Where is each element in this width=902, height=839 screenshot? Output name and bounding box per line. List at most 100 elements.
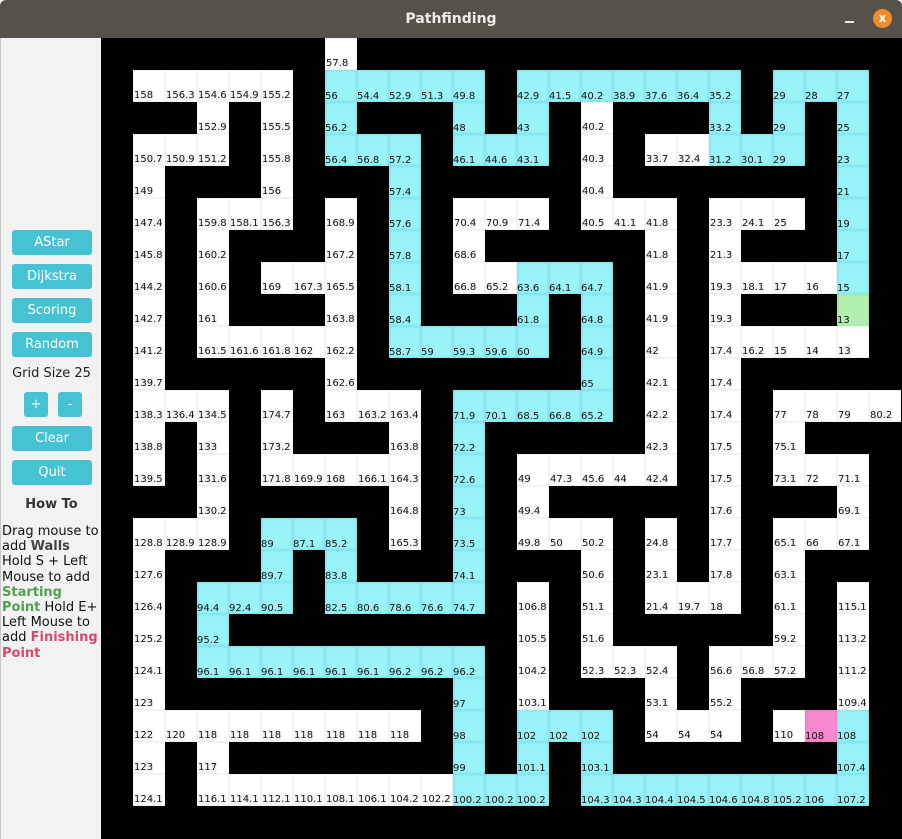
open-cell[interactable]: 41.8 (645, 198, 677, 230)
open-cell[interactable]: 142.7 (133, 294, 165, 326)
open-cell[interactable]: 167.2 (325, 230, 357, 262)
open-cell[interactable]: 16 (805, 262, 837, 294)
open-cell[interactable]: 165.3 (389, 518, 421, 550)
path-cell[interactable]: 104.4 (645, 774, 677, 806)
path-cell[interactable]: 25 (837, 102, 869, 134)
open-cell[interactable]: 156 (261, 166, 293, 198)
increase-grid-button[interactable]: + (24, 392, 48, 417)
open-cell[interactable]: 161.8 (261, 326, 293, 358)
open-cell[interactable]: 114.1 (229, 774, 261, 806)
path-cell[interactable]: 60 (517, 326, 549, 358)
open-cell[interactable]: 33.7 (645, 134, 677, 166)
open-cell[interactable]: 13 (837, 326, 869, 358)
open-cell[interactable]: 102.2 (421, 774, 453, 806)
path-cell[interactable]: 19 (837, 198, 869, 230)
path-cell[interactable]: 90.5 (261, 582, 293, 614)
open-cell[interactable]: 163.8 (325, 294, 357, 326)
open-cell[interactable]: 131.6 (197, 454, 229, 486)
open-cell[interactable]: 17 (773, 262, 805, 294)
path-cell[interactable]: 97 (453, 678, 485, 710)
open-cell[interactable]: 133 (197, 422, 229, 454)
open-cell[interactable]: 147.4 (133, 198, 165, 230)
open-cell[interactable]: 23.3 (709, 198, 741, 230)
path-cell[interactable]: 58.1 (389, 262, 421, 294)
open-cell[interactable]: 49 (517, 454, 549, 486)
open-cell[interactable]: 168.9 (325, 198, 357, 230)
open-cell[interactable]: 55.2 (709, 678, 741, 710)
open-cell[interactable]: 108.1 (325, 774, 357, 806)
open-cell[interactable]: 118 (325, 710, 357, 742)
quit-button[interactable]: Quit (12, 460, 92, 485)
open-cell[interactable]: 52.3 (613, 646, 645, 678)
open-cell[interactable]: 156.3 (261, 198, 293, 230)
path-cell[interactable]: 87.1 (293, 518, 325, 550)
path-cell[interactable]: 57.8 (389, 230, 421, 262)
open-cell[interactable]: 40.2 (581, 102, 613, 134)
open-cell[interactable]: 51.6 (581, 614, 613, 646)
path-cell[interactable]: 104.8 (741, 774, 773, 806)
open-cell[interactable]: 56.8 (741, 646, 773, 678)
open-cell[interactable]: 156.3 (165, 70, 197, 102)
open-cell[interactable]: 118 (357, 710, 389, 742)
open-cell[interactable]: 113.2 (837, 614, 869, 646)
path-cell[interactable]: 100.2 (485, 774, 517, 806)
open-cell[interactable]: 40.5 (581, 198, 613, 230)
open-cell[interactable]: 150.9 (165, 134, 197, 166)
open-cell[interactable]: 103.1 (517, 678, 549, 710)
path-cell[interactable]: 107.2 (837, 774, 869, 806)
open-cell[interactable]: 78 (805, 390, 837, 422)
path-cell[interactable]: 94.4 (197, 582, 229, 614)
path-cell[interactable]: 103.1 (581, 742, 613, 774)
open-cell[interactable]: 24.8 (645, 518, 677, 550)
path-cell[interactable]: 57.6 (389, 198, 421, 230)
end-cell[interactable]: 108 (805, 710, 837, 742)
open-cell[interactable]: 149 (133, 166, 165, 198)
open-cell[interactable]: 160.2 (197, 230, 229, 262)
open-cell[interactable]: 163 (325, 390, 357, 422)
open-cell[interactable]: 128.9 (165, 518, 197, 550)
path-cell[interactable]: 29 (773, 102, 805, 134)
path-cell[interactable]: 66.8 (549, 390, 581, 422)
open-cell[interactable]: 54 (645, 710, 677, 742)
path-cell[interactable]: 59.6 (485, 326, 517, 358)
open-cell[interactable]: 138.3 (133, 390, 165, 422)
path-cell[interactable]: 73 (453, 486, 485, 518)
random-button[interactable]: Random (12, 332, 92, 357)
open-cell[interactable]: 161.5 (197, 326, 229, 358)
path-cell[interactable]: 29 (773, 134, 805, 166)
open-cell[interactable]: 68.6 (453, 230, 485, 262)
open-cell[interactable]: 104.2 (517, 646, 549, 678)
open-cell[interactable]: 19.3 (709, 294, 741, 326)
open-cell[interactable]: 112.1 (261, 774, 293, 806)
open-cell[interactable]: 174.7 (261, 390, 293, 422)
path-cell[interactable]: 33.2 (709, 102, 741, 134)
scoring-button[interactable]: Scoring (12, 298, 92, 323)
path-cell[interactable]: 96.1 (357, 646, 389, 678)
open-cell[interactable]: 167.3 (293, 262, 325, 294)
path-cell[interactable]: 40.2 (581, 70, 613, 102)
open-cell[interactable]: 14 (805, 326, 837, 358)
path-cell[interactable]: 52.9 (389, 70, 421, 102)
path-cell[interactable]: 46.1 (453, 134, 485, 166)
open-cell[interactable]: 50.2 (581, 518, 613, 550)
path-cell[interactable]: 96.2 (389, 646, 421, 678)
path-cell[interactable]: 30.1 (741, 134, 773, 166)
path-cell[interactable]: 35.2 (709, 70, 741, 102)
open-cell[interactable]: 21.4 (645, 582, 677, 614)
maze-grid[interactable]: 57.8 158 156.3 154.6 154.9 155.2 56 54.4 52.9 51.… (101, 38, 902, 839)
path-cell[interactable]: 56.2 (325, 102, 357, 134)
open-cell[interactable]: 50.6 (581, 550, 613, 582)
open-cell[interactable]: 158 (133, 70, 165, 102)
path-cell[interactable]: 102 (517, 710, 549, 742)
open-cell[interactable]: 42.4 (645, 454, 677, 486)
open-cell[interactable]: 106.1 (357, 774, 389, 806)
open-cell[interactable]: 164.3 (389, 454, 421, 486)
open-cell[interactable]: 71.1 (837, 454, 869, 486)
open-cell[interactable]: 41.9 (645, 294, 677, 326)
open-cell[interactable]: 52.4 (645, 646, 677, 678)
path-cell[interactable]: 65 (581, 358, 613, 390)
open-cell[interactable]: 50 (549, 518, 581, 550)
open-cell[interactable]: 17.4 (709, 390, 741, 422)
path-cell[interactable]: 61.8 (517, 294, 549, 326)
open-cell[interactable]: 106.8 (517, 582, 549, 614)
